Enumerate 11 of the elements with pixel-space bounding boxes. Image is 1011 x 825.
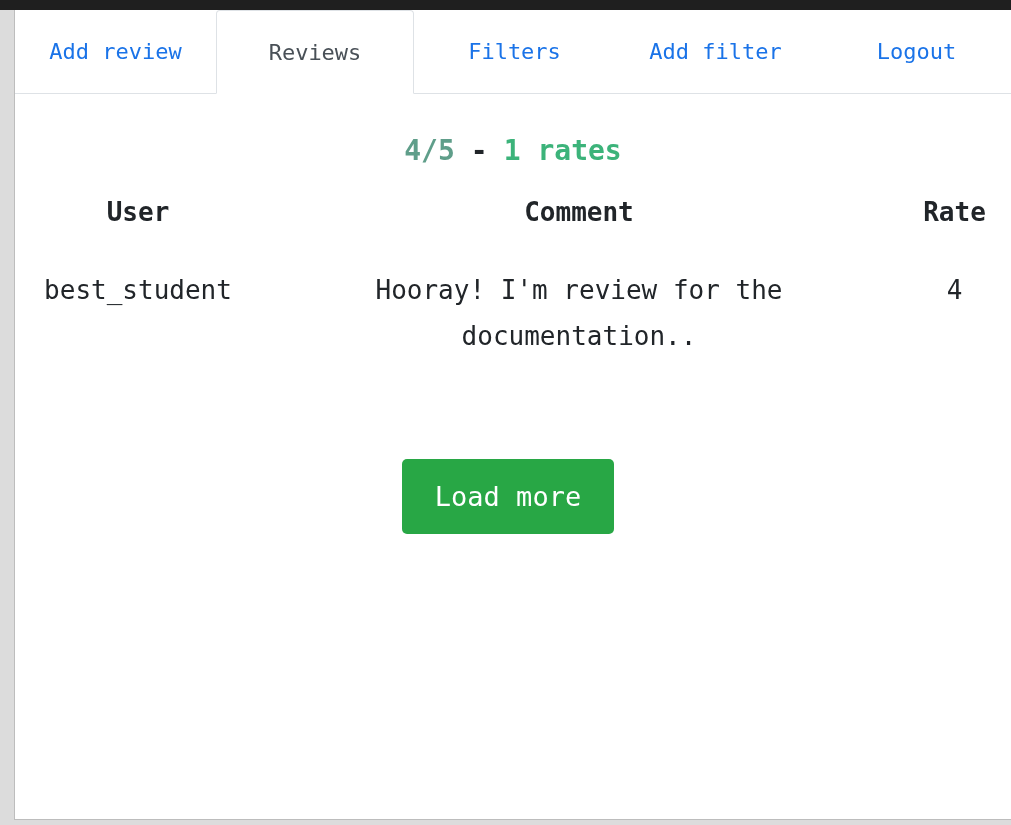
- separator: -: [470, 134, 488, 167]
- column-header: User: [105, 197, 171, 229]
- column-header: Comment: [523, 197, 635, 229]
- average-score: 4/5: [404, 134, 455, 167]
- load-more-button[interactable]: Load more: [402, 459, 614, 534]
- tab[interactable]: Reviews: [216, 10, 414, 94]
- table-cell: 4: [946, 275, 963, 305]
- rates-count: 1 rates: [503, 134, 622, 167]
- table-cell: Hooray! I'm review for the documentation..: [375, 275, 783, 351]
- table-cell: best_student: [44, 275, 232, 305]
- column-header: Rate: [922, 197, 987, 229]
